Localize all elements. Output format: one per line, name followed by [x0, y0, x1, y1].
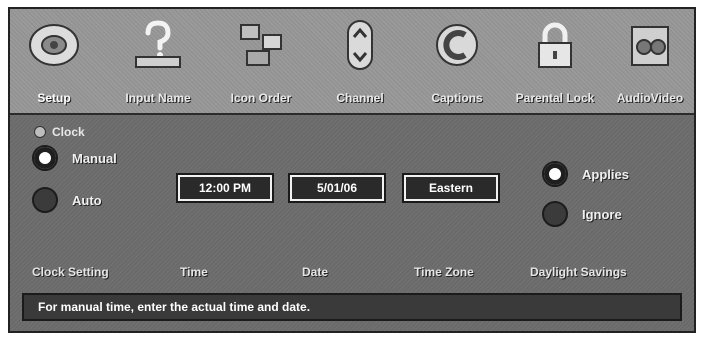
tab-setup[interactable]: Setup [18, 13, 90, 109]
channel-icon [347, 20, 373, 70]
radio-label: Ignore [582, 206, 622, 222]
setup-icon [29, 24, 79, 66]
daylight-savings-label: Daylight Savings [530, 265, 627, 279]
radio-ignore[interactable]: Ignore [542, 201, 622, 227]
radio-button-icon [32, 187, 58, 213]
radio-label: Applies [582, 166, 629, 182]
date-field[interactable]: 5/01/06 [290, 175, 384, 201]
tab-icon-order[interactable]: Icon Order [216, 13, 306, 109]
date-label: Date [302, 265, 329, 279]
tab-label: Icon Order [230, 91, 292, 105]
help-text: For manual time, enter the actual time a… [38, 300, 311, 314]
tab-label: Captions [431, 91, 483, 105]
radio-button-icon [542, 201, 568, 227]
time-label: Time [180, 265, 208, 279]
icon-order-icon [240, 24, 282, 66]
tab-label: Input Name [125, 91, 191, 105]
captions-icon [436, 24, 478, 66]
tab-captions[interactable]: Captions [420, 13, 494, 109]
menu-tabs: Setup Input Name Icon Order Channel Capt… [10, 9, 694, 115]
radio-applies[interactable]: Applies [542, 161, 629, 187]
tab-label: Setup [37, 91, 71, 105]
section-title: Clock [34, 125, 85, 139]
radio-button-icon [32, 145, 58, 171]
tab-label: Channel [336, 91, 384, 105]
radio-label: Auto [72, 192, 102, 208]
tab-channel[interactable]: Channel [324, 13, 396, 109]
tab-parental-lock[interactable]: Parental Lock [506, 13, 604, 109]
time-zone-field[interactable]: Eastern [404, 175, 498, 201]
tv-menu-frame: Setup Input Name Icon Order Channel Capt… [8, 7, 696, 333]
audio-video-icon [631, 26, 669, 66]
section-bullet-icon [34, 126, 46, 138]
clock-settings-panel: Clock Manual Auto 12:00 PM 5/01/06 Easte… [10, 115, 694, 331]
radio-button-icon [542, 161, 568, 187]
tab-label: Parental Lock [515, 91, 595, 105]
section-title-text: Clock [52, 125, 85, 139]
input-name-icon [135, 20, 181, 68]
tab-input-name[interactable]: Input Name [112, 13, 204, 109]
radio-manual[interactable]: Manual [32, 145, 117, 171]
radio-auto[interactable]: Auto [32, 187, 102, 213]
help-text-bar: For manual time, enter the actual time a… [22, 293, 682, 321]
time-zone-label: Time Zone [414, 265, 474, 279]
clock-setting-label: Clock Setting [32, 265, 109, 279]
radio-label: Manual [72, 150, 117, 166]
tab-audio-video[interactable]: AudioVideo [608, 13, 692, 109]
time-field[interactable]: 12:00 PM [178, 175, 272, 201]
tab-label: AudioVideo [616, 91, 684, 105]
lock-icon [538, 22, 572, 68]
